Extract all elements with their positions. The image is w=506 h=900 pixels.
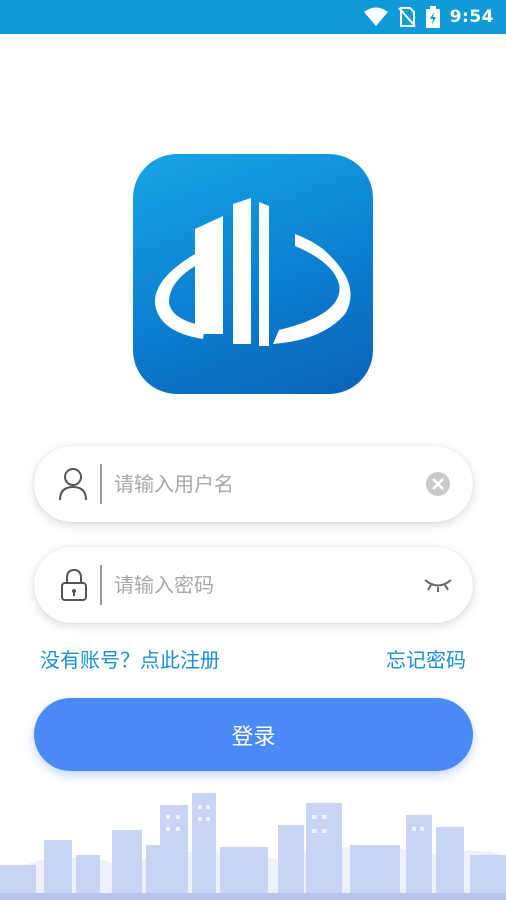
username-field [34,446,473,522]
lock-icon [34,568,94,602]
city-skyline-illustration [0,793,506,900]
username-input[interactable] [102,472,403,496]
login-button[interactable]: 登录 [34,698,473,771]
app-logo [133,154,373,394]
status-time: 9:54 [449,7,494,27]
wifi-icon [363,7,388,27]
eye-closed-icon[interactable] [403,577,473,593]
clear-icon[interactable] [403,471,473,497]
user-icon [34,467,94,501]
status-bar: 9:54 [0,0,506,34]
password-field [34,547,473,623]
register-link[interactable]: 没有账号？点此注册 [40,644,220,673]
no-sim-icon [397,7,416,27]
forgot-password-link[interactable]: 忘记密码 [386,644,466,673]
password-input[interactable] [102,573,403,597]
battery-charging-icon [425,6,440,28]
